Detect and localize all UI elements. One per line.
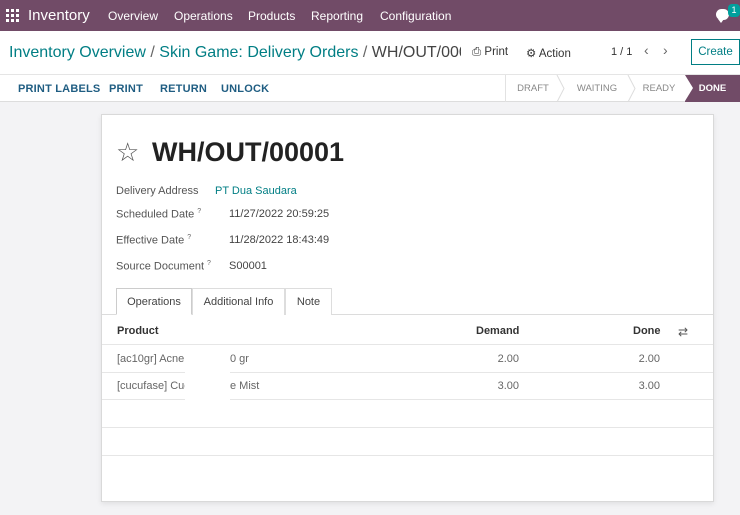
control-panel: Inventory Overview / Skin Game: Delivery…: [0, 31, 740, 74]
cell-done: 3.00: [638, 380, 660, 392]
column-header-done[interactable]: Done: [633, 325, 661, 337]
cell-product: [cucufase] Cuc: [117, 380, 190, 392]
delivery-address-value[interactable]: PT Dua Saudara: [215, 185, 297, 197]
cell-demand: 3.00: [497, 380, 519, 392]
source-document-value: S00001: [229, 260, 267, 272]
record-title: WH/OUT/00001: [152, 137, 345, 167]
row-divider: [102, 427, 713, 428]
scheduled-date-label: Scheduled Date?: [116, 208, 201, 221]
column-header-product[interactable]: Product: [117, 325, 159, 337]
breadcrumb-item-inventory-overview[interactable]: Inventory Overview: [9, 44, 146, 61]
gear-icon: ⚙: [526, 48, 537, 60]
tab-operations[interactable]: Operations: [116, 288, 192, 315]
breadcrumb-current: WH/OUT/0000: [371, 44, 461, 61]
effective-date-label: Effective Date?: [116, 234, 191, 247]
print-label: Print: [484, 46, 509, 58]
menu-overview[interactable]: Overview: [108, 9, 158, 23]
form-sheet: ☆ WH/OUT/00001 Delivery Address PT Dua S…: [101, 114, 714, 502]
apps-menu-icon[interactable]: [6, 9, 19, 22]
source-document-label: Source Document?: [116, 260, 211, 273]
menu-reporting[interactable]: Reporting: [311, 9, 363, 23]
action-label: Action: [538, 48, 571, 60]
pager-next-icon[interactable]: ›: [663, 42, 668, 58]
pager-value[interactable]: 1 / 1: [611, 46, 632, 58]
status-bar: PRINT LABELS PRINT RETURN UNLOCK DRAFT W…: [0, 74, 740, 102]
column-header-demand[interactable]: Demand: [476, 325, 519, 337]
app-name[interactable]: Inventory: [28, 7, 90, 24]
field-label-text: Delivery Address: [116, 185, 199, 197]
help-tooltip-icon[interactable]: ?: [187, 234, 191, 241]
row-divider: [102, 344, 713, 345]
print-report-button[interactable]: PRINT: [109, 83, 143, 95]
return-button[interactable]: RETURN: [160, 83, 207, 95]
stage-draft[interactable]: DRAFT: [505, 75, 560, 102]
cell-product-tail: 0 gr: [230, 353, 249, 365]
stage-done-active: DONE: [685, 75, 740, 102]
pager-previous-icon[interactable]: ‹: [644, 42, 649, 58]
print-labels-button[interactable]: PRINT LABELS: [18, 83, 100, 95]
stage-pipeline: DRAFT WAITING READY DONE: [505, 75, 740, 102]
help-tooltip-icon[interactable]: ?: [197, 208, 201, 215]
field-label-text: Scheduled Date: [116, 208, 195, 221]
cell-done: 2.00: [638, 353, 660, 365]
breadcrumb: Inventory Overview / Skin Game: Delivery…: [9, 44, 461, 62]
field-label-text: Effective Date: [116, 234, 185, 247]
printer-icon: ⎙: [472, 46, 482, 58]
unlock-button[interactable]: UNLOCK: [221, 83, 269, 95]
cell-product: [ac10gr] Acne: [117, 353, 185, 365]
stage-ready[interactable]: READY: [634, 75, 684, 102]
table-footer-line: [102, 455, 713, 456]
redaction-block: [185, 351, 230, 405]
menu-configuration[interactable]: Configuration: [380, 9, 451, 23]
field-label-text: Source Document: [116, 260, 205, 273]
menu-products[interactable]: Products: [248, 9, 295, 23]
create-button[interactable]: Create: [691, 39, 740, 65]
cell-product-tail: e Mist: [230, 380, 260, 392]
chat-badge: 1: [728, 4, 740, 17]
stage-waiting[interactable]: WAITING: [563, 75, 631, 102]
delivery-address-label: Delivery Address: [116, 185, 199, 197]
cell-demand: 2.00: [497, 353, 519, 365]
help-tooltip-icon[interactable]: ?: [207, 260, 211, 267]
effective-date-value: 11/28/2022 18:43:49: [229, 234, 330, 246]
breadcrumb-item-delivery-orders[interactable]: Skin Game: Delivery Orders: [159, 44, 358, 61]
tab-additional-info[interactable]: Additional Info: [192, 288, 285, 315]
action-button[interactable]: ⚙ Action: [526, 46, 571, 60]
top-navbar: Inventory Overview Operations Products R…: [0, 0, 740, 31]
scheduled-date-value: 11/27/2022 20:59:25: [229, 208, 330, 220]
print-button[interactable]: ⎙ Print: [472, 46, 508, 59]
star-icon[interactable]: ☆: [116, 139, 139, 165]
breadcrumb-separator: /: [358, 44, 372, 61]
breadcrumb-separator: /: [145, 44, 160, 61]
optional-columns-icon[interactable]: ⇄: [678, 325, 688, 339]
menu-operations[interactable]: Operations: [174, 9, 233, 23]
tab-note[interactable]: Note: [285, 288, 332, 315]
